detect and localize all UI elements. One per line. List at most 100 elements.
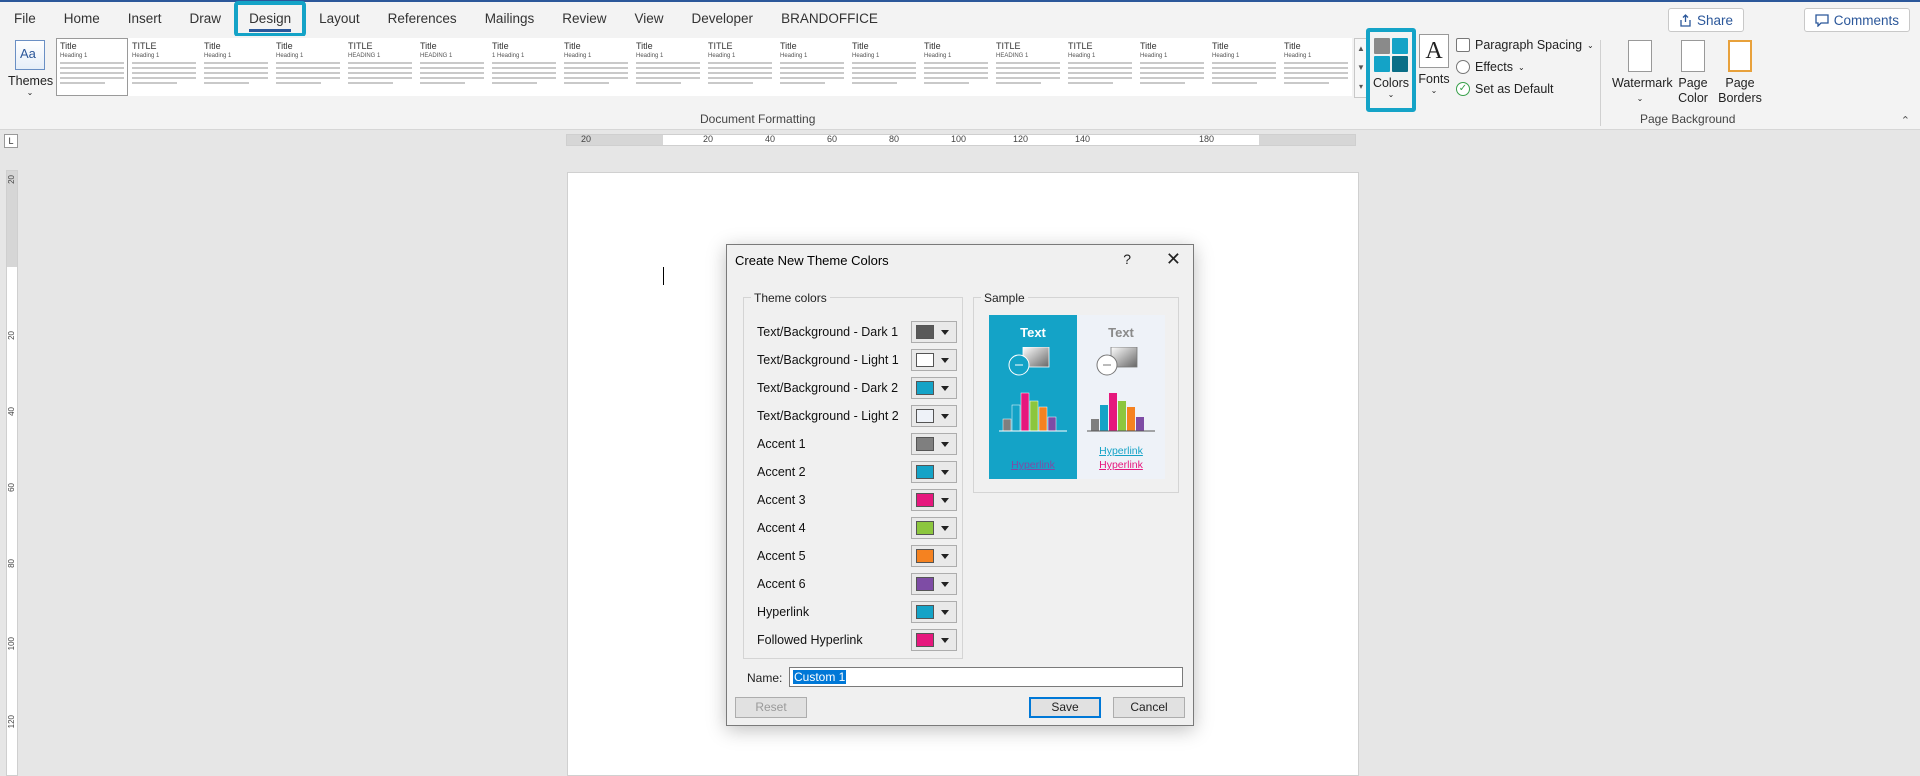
fonts-button[interactable]: A Fonts ⌄ xyxy=(1418,32,1450,106)
style-thumb-text-line xyxy=(276,72,340,74)
style-thumb-text-line xyxy=(636,72,700,74)
style-set-thumbnail[interactable]: TITLE Heading 1 xyxy=(1064,38,1136,96)
help-icon[interactable]: ? xyxy=(1123,251,1131,267)
color-picker-dropdown[interactable] xyxy=(911,405,957,427)
tab-draw[interactable]: Draw xyxy=(176,2,236,36)
style-set-thumbnail[interactable]: Title Heading 1 xyxy=(560,38,632,96)
tab-developer[interactable]: Developer xyxy=(678,2,768,36)
style-set-thumbnail[interactable]: Title Heading 1 xyxy=(1208,38,1280,96)
text-cursor xyxy=(663,267,664,285)
tab-brandoffice[interactable]: BRANDOFFICE xyxy=(767,2,892,36)
reset-button[interactable]: Reset xyxy=(735,697,807,718)
tab-design[interactable]: Design xyxy=(234,1,307,37)
color-picker-dropdown[interactable] xyxy=(911,321,957,343)
comments-button[interactable]: Comments xyxy=(1803,8,1910,32)
style-thumb-text-line xyxy=(60,77,124,79)
color-picker-dropdown[interactable] xyxy=(911,433,957,455)
style-thumb-text-line xyxy=(204,82,249,84)
tab-file[interactable]: File xyxy=(0,2,50,36)
page-borders-button[interactable]: Page Borders xyxy=(1718,38,1762,106)
style-set-thumbnail[interactable]: Title HEADING 1 xyxy=(416,38,488,96)
tab-insert[interactable]: Insert xyxy=(114,2,176,36)
style-set-thumbnail[interactable]: Title Heading 1 xyxy=(920,38,992,96)
tab-mailings[interactable]: Mailings xyxy=(471,2,549,36)
style-thumb-text-line xyxy=(1212,77,1276,79)
dropdown-arrow-icon xyxy=(941,469,949,475)
cancel-button[interactable]: Cancel xyxy=(1113,697,1185,718)
theme-color-row: Accent 2 xyxy=(757,461,957,483)
style-thumb-text-line xyxy=(708,77,772,79)
ruler-number: 60 xyxy=(7,483,16,492)
style-thumb-text-line xyxy=(276,67,340,69)
dropdown-arrow-icon xyxy=(941,581,949,587)
tab-references[interactable]: References xyxy=(374,2,471,36)
tab-layout[interactable]: Layout xyxy=(305,2,374,36)
comment-icon xyxy=(1815,13,1829,27)
theme-color-label: Text/Background - Dark 2 xyxy=(757,381,899,395)
collapse-ribbon-icon[interactable]: ⌃ xyxy=(1901,114,1910,127)
color-picker-dropdown[interactable] xyxy=(911,545,957,567)
sample-light-panel: Text Hyperlink Hyperlink xyxy=(1077,315,1165,479)
color-picker-dropdown[interactable] xyxy=(911,573,957,595)
color-picker-dropdown[interactable] xyxy=(911,629,957,651)
style-set-thumbnail[interactable]: TITLE Heading 1 xyxy=(128,38,200,96)
ruler-number: 80 xyxy=(7,559,16,568)
style-set-thumbnail[interactable]: Title Heading 1 xyxy=(200,38,272,96)
paragraph-spacing-button[interactable]: Paragraph Spacing ⌄ xyxy=(1456,38,1594,52)
style-set-thumbnail[interactable]: Title 1 Heading 1 xyxy=(488,38,560,96)
style-thumb-text-line xyxy=(1140,82,1185,84)
style-set-thumbnail[interactable]: Title Heading 1 xyxy=(632,38,704,96)
style-set-thumbnail[interactable]: Title Heading 1 xyxy=(776,38,848,96)
color-swatch xyxy=(916,605,934,619)
style-set-thumbnail[interactable]: TITLE Heading 1 xyxy=(704,38,776,96)
style-thumb-text-line xyxy=(204,67,268,69)
colors-button[interactable]: Colors ⌄ xyxy=(1366,28,1416,112)
style-set-thumbnail[interactable]: Title Heading 1 xyxy=(56,38,128,96)
tab-selector[interactable]: L xyxy=(4,134,18,148)
watermark-button[interactable]: Watermark ⌄ xyxy=(1612,38,1673,106)
tab-view[interactable]: View xyxy=(620,2,677,36)
share-button[interactable]: Share xyxy=(1667,8,1744,32)
style-thumb-title: Title xyxy=(204,41,221,51)
style-thumb-text-line xyxy=(564,72,628,74)
page-color-button[interactable]: Page Color xyxy=(1672,38,1714,106)
style-set-thumbnail[interactable]: Title Heading 1 xyxy=(272,38,344,96)
color-picker-dropdown[interactable] xyxy=(911,377,957,399)
style-thumb-text-line xyxy=(60,67,124,69)
themes-button[interactable]: Themes ⌄ xyxy=(8,38,53,106)
style-thumb-text-line xyxy=(708,62,772,64)
style-set-thumbnail[interactable]: Title Heading 1 xyxy=(848,38,920,96)
theme-color-row: Text/Background - Light 1 xyxy=(757,349,957,371)
horizontal-ruler[interactable]: 20 20 40 60 80 100 120 140 180 xyxy=(566,134,1356,146)
style-set-thumbnail[interactable]: Title Heading 1 xyxy=(1136,38,1208,96)
save-button[interactable]: Save xyxy=(1029,697,1101,718)
effects-button[interactable]: Effects ⌄ xyxy=(1456,60,1525,74)
style-thumb-text-line xyxy=(924,72,988,74)
style-set-thumbnail[interactable]: TITLE HEADING 1 xyxy=(344,38,416,96)
sample-shapes-icon xyxy=(999,347,1067,432)
tab-review[interactable]: Review xyxy=(548,2,620,36)
style-thumb-title: TITLE xyxy=(708,41,733,51)
style-thumb-text-line xyxy=(1068,82,1113,84)
name-input[interactable]: Custom 1 xyxy=(789,667,1183,687)
style-thumb-title: Title xyxy=(1284,41,1301,51)
vertical-ruler[interactable]: 20 20 40 60 80 100 120 xyxy=(6,170,18,776)
style-thumb-heading: HEADING 1 xyxy=(420,53,453,59)
color-picker-dropdown[interactable] xyxy=(911,349,957,371)
theme-color-row: Accent 6 xyxy=(757,573,957,595)
close-icon[interactable]: ✕ xyxy=(1166,249,1181,270)
style-thumb-text-line xyxy=(132,72,196,74)
style-thumb-heading: Heading 1 xyxy=(204,53,232,59)
ruler-number: 120 xyxy=(7,715,16,729)
theme-color-label: Text/Background - Dark 1 xyxy=(757,325,899,339)
style-thumb-text-line xyxy=(204,62,268,64)
color-picker-dropdown[interactable] xyxy=(911,517,957,539)
color-picker-dropdown[interactable] xyxy=(911,489,957,511)
color-picker-dropdown[interactable] xyxy=(911,601,957,623)
set-as-default-button[interactable]: ✓ Set as Default xyxy=(1456,82,1554,96)
tab-home[interactable]: Home xyxy=(50,2,114,36)
style-thumb-text-line xyxy=(708,82,753,84)
style-set-thumbnail[interactable]: TITLE HEADING 1 xyxy=(992,38,1064,96)
color-picker-dropdown[interactable] xyxy=(911,461,957,483)
style-set-thumbnail[interactable]: Title Heading 1 xyxy=(1280,38,1352,96)
